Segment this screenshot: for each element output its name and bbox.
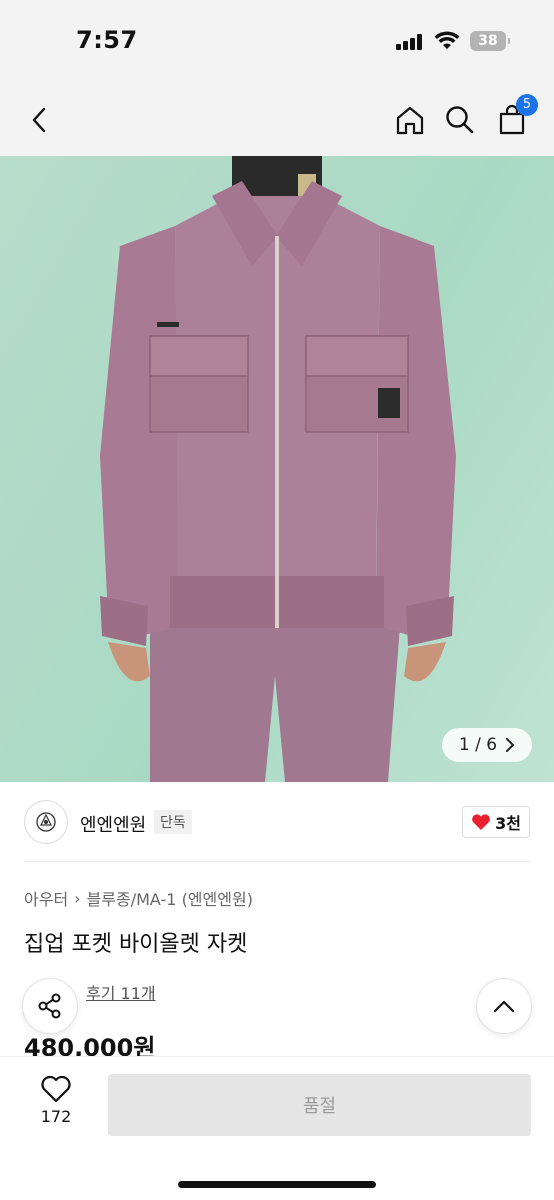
cart-button[interactable]: 5 [490,94,538,142]
brand-row: 엔엔엔원 단독 3천 [24,800,530,846]
wishlist-count: 172 [40,1107,72,1126]
breadcrumb: 아우터 › 블루종/MA-1 (엔엔엔원) [24,886,253,910]
search-button[interactable] [438,98,482,142]
product-image-gallery[interactable]: 1 / 6 [0,156,554,782]
status-bar: 7:57 38 [0,0,554,84]
review-link[interactable]: 후기 11개 [86,980,156,1004]
divider [24,861,530,862]
breadcrumb-category[interactable]: 아우터 [24,886,68,910]
product-photo [100,156,456,782]
chevron-up-icon [493,1000,515,1013]
brand-emblem-icon [36,812,56,832]
home-icon [396,106,424,135]
share-button[interactable] [22,978,78,1034]
image-counter-label: 1 / 6 [458,735,498,755]
image-counter[interactable]: 1 / 6 [442,728,532,762]
share-icon [38,993,61,1019]
brand-like-button[interactable]: 3천 [462,806,530,838]
wifi-icon [434,31,460,49]
breadcrumb-subcategory[interactable]: 블루종/MA-1 (엔엔엔원) [87,886,253,910]
brand-logo[interactable] [24,800,68,844]
sold-out-button[interactable]: 품절 [108,1074,531,1136]
brand-name[interactable]: 엔엔엔원 [80,811,146,837]
brand-like-count: 3천 [495,814,521,833]
heart-outline-icon [41,1075,71,1103]
home-indicator [178,1181,376,1188]
wishlist-button[interactable]: 172 [20,1075,92,1135]
back-button[interactable] [18,98,62,142]
heart-filled-icon [472,814,490,830]
home-button[interactable] [388,98,432,142]
search-icon [446,106,474,134]
cellular-signal-icon [396,34,426,50]
status-time: 7:57 [76,26,138,54]
cart-count-badge: 5 [516,94,538,116]
nav-header: 5 [0,84,554,156]
battery-icon: 38 [470,31,510,51]
product-title: 집업 포켓 바이올렛 자켓 [24,932,248,957]
breadcrumb-separator-icon: › [74,888,81,908]
chevron-right-icon [506,738,515,752]
scroll-to-top-button[interactable] [476,978,532,1034]
chevron-left-icon [32,107,46,133]
bottom-action-bar: 172 품절 [0,1056,554,1200]
exclusive-tag: 단독 [154,810,192,834]
